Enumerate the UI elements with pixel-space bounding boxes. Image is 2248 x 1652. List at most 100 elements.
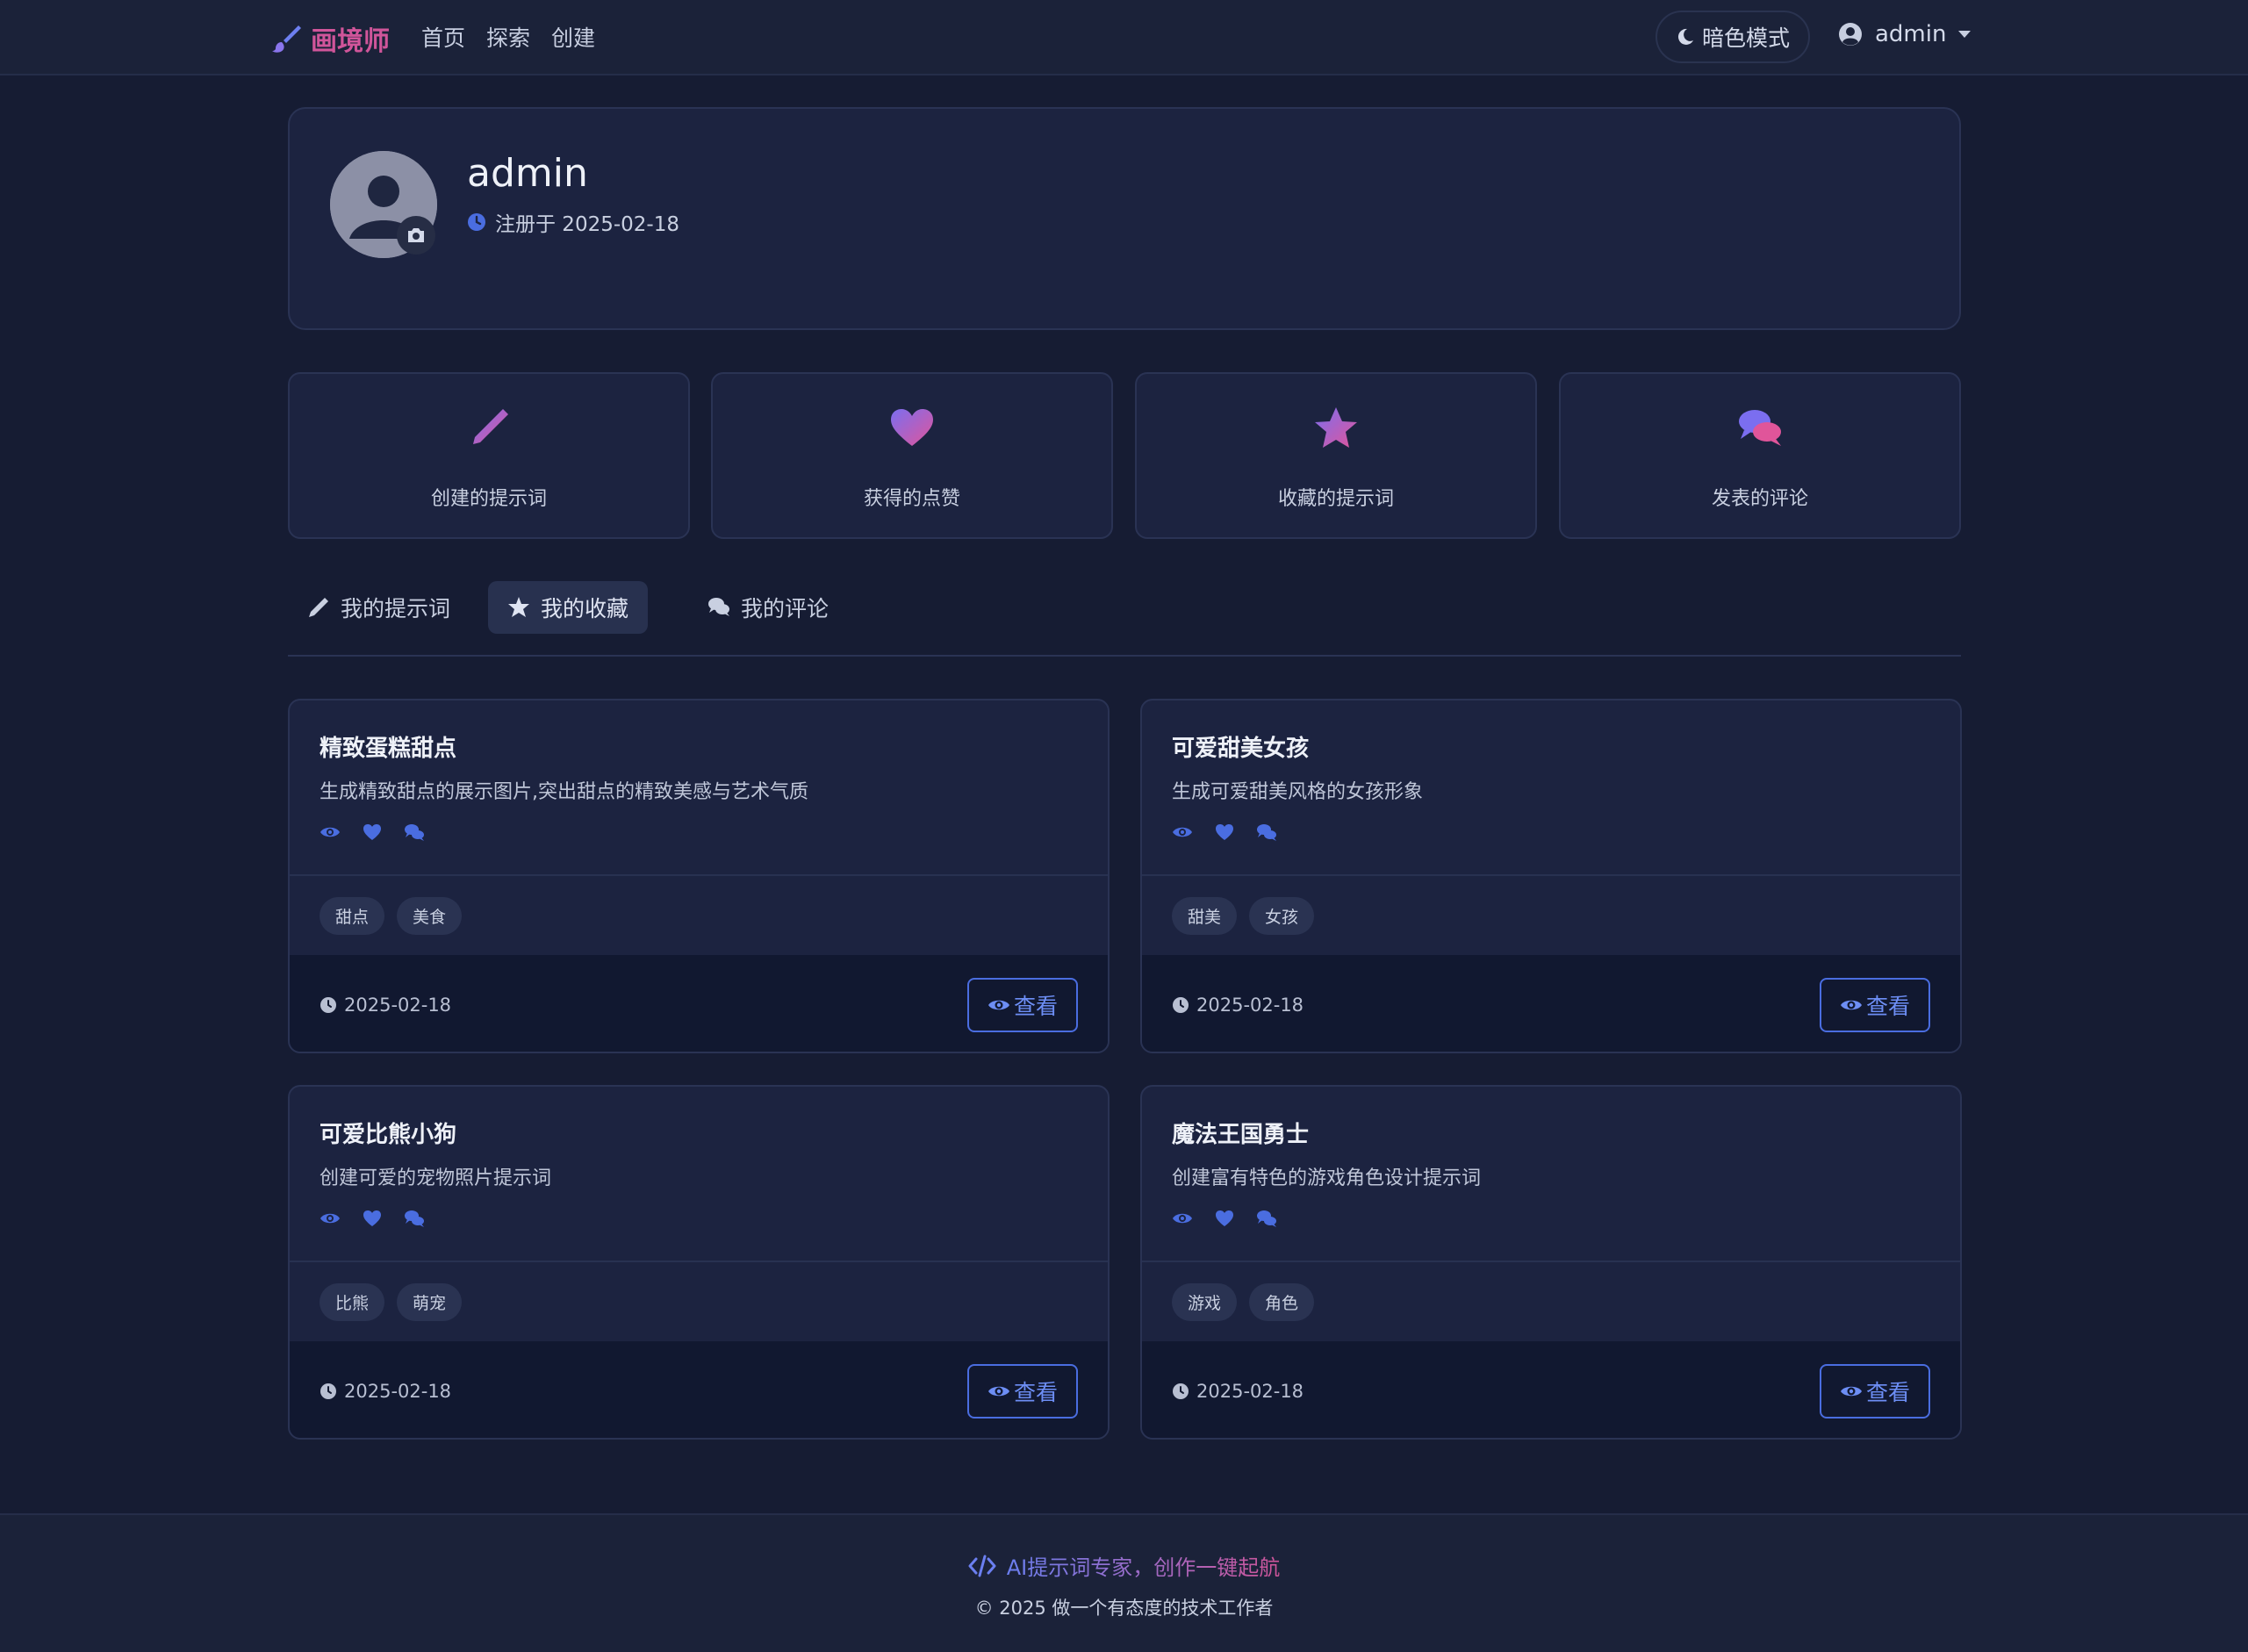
profile-card: admin 注册于 2025-02-18	[288, 107, 1961, 330]
comments-icon	[1739, 410, 1781, 446]
clock-icon	[320, 997, 336, 1013]
comments-icon	[1257, 1210, 1276, 1227]
prompt-date-text: 2025-02-18	[1196, 1381, 1304, 1402]
prompt-title[interactable]: 精致蛋糕甜点	[320, 730, 456, 763]
eye-icon	[1173, 1213, 1192, 1224]
tab-my-prompts[interactable]: 我的提示词	[288, 581, 470, 634]
prompt-description: 生成精致甜点的展示图片,突出甜点的精致美感与艺术气质	[320, 781, 808, 803]
pencil-icon	[473, 409, 508, 444]
prompt-tags: 游戏 角色	[1142, 1261, 1960, 1341]
user-menu-dropdown[interactable]: admin	[1838, 21, 1971, 47]
stat-label: 获得的点赞	[863, 488, 960, 510]
pencil-icon	[309, 598, 328, 617]
tab-label: 我的提示词	[341, 596, 451, 621]
prompt-title[interactable]: 魔法王国勇士	[1172, 1117, 1309, 1149]
star-icon	[508, 597, 529, 617]
nav-link-explore[interactable]: 探索	[486, 21, 530, 53]
view-button-label: 查看	[1013, 1380, 1058, 1405]
prompt-card: 精致蛋糕甜点 生成精致甜点的展示图片,突出甜点的精致美感与艺术气质 甜点 美食 …	[288, 699, 1110, 1053]
prompt-metrics	[320, 822, 425, 843]
footer-tagline-text: AI提示词专家，创作一键起航	[1007, 1550, 1281, 1581]
prompt-date: 2025-02-18	[320, 1381, 451, 1402]
change-avatar-button[interactable]	[397, 216, 435, 255]
user-menu-name: admin	[1875, 21, 1947, 47]
clock-icon	[1173, 1383, 1189, 1399]
registration-date: 注册于 2025-02-18	[467, 207, 679, 237]
prompt-metrics	[320, 1208, 425, 1229]
clock-icon	[468, 213, 485, 231]
tag-badge[interactable]: 女孩	[1249, 896, 1315, 935]
stat-comments-posted[interactable]: 发表的评论	[1559, 372, 1961, 539]
theme-toggle-button[interactable]: 暗色模式	[1655, 11, 1810, 63]
prompt-date-text: 2025-02-18	[344, 995, 452, 1016]
prompt-tags: 甜美 女孩	[1142, 874, 1960, 955]
stat-likes-received[interactable]: 获得的点赞	[711, 372, 1113, 539]
tag-badge[interactable]: 甜美	[1172, 896, 1238, 935]
prompt-description: 创建可爱的宠物照片提示词	[320, 1167, 552, 1189]
stat-favorited-prompts[interactable]: 收藏的提示词	[1135, 372, 1537, 539]
heart-icon	[1216, 824, 1233, 840]
prompt-title[interactable]: 可爱比熊小狗	[320, 1117, 456, 1149]
prompt-tags: 比熊 萌宠	[290, 1261, 1108, 1341]
view-button[interactable]: 查看	[967, 1364, 1078, 1419]
prompt-date: 2025-02-18	[1172, 995, 1304, 1016]
clock-icon	[320, 1383, 336, 1399]
prompt-card-footer: 2025-02-18 查看	[1142, 955, 1960, 1052]
tag-badge[interactable]: 甜点	[320, 896, 385, 935]
prompt-tags: 甜点 美食	[290, 874, 1108, 955]
page-footer: AI提示词专家，创作一键起航 © 2025 做一个有态度的技术工作者	[0, 1513, 2248, 1652]
eye-icon	[1840, 1000, 1862, 1010]
view-button-label: 查看	[1865, 994, 1910, 1019]
comments-icon	[708, 598, 729, 616]
prompt-date: 2025-02-18	[320, 995, 451, 1016]
prompt-card: 魔法王国勇士 创建富有特色的游戏角色设计提示词 游戏 角色 2025-02-18…	[1140, 1085, 1962, 1440]
stat-label: 发表的评论	[1711, 488, 1808, 510]
top-navbar: 画境师 首页 探索 创建 暗色模式 admin	[0, 0, 2248, 75]
prompt-card-footer: 2025-02-18 查看	[290, 955, 1108, 1052]
prompt-description: 创建富有特色的游戏角色设计提示词	[1172, 1167, 1482, 1189]
view-button[interactable]: 查看	[967, 978, 1078, 1032]
view-button[interactable]: 查看	[1820, 978, 1930, 1032]
heart-icon	[891, 409, 933, 446]
comments-icon	[405, 1210, 424, 1227]
prompt-metrics	[1172, 1208, 1277, 1229]
camera-icon	[408, 228, 424, 242]
tag-badge[interactable]: 萌宠	[397, 1282, 463, 1321]
footer-copyright: © 2025 做一个有态度的技术工作者	[974, 1598, 1274, 1619]
view-button-label: 查看	[1013, 994, 1058, 1019]
paintbrush-icon	[272, 25, 301, 53]
tab-label: 我的评论	[741, 596, 830, 621]
moon-icon	[1677, 28, 1693, 45]
user-circle-icon	[1839, 23, 1862, 46]
prompt-description: 生成可爱甜美风格的女孩形象	[1172, 781, 1424, 803]
tag-badge[interactable]: 美食	[397, 896, 463, 935]
prompt-metrics	[1172, 822, 1277, 843]
view-button-label: 查看	[1865, 1380, 1910, 1405]
heart-icon	[1216, 1210, 1233, 1226]
profile-username: admin	[467, 151, 588, 196]
brand-name: 画境师	[311, 26, 390, 57]
nav-link-create[interactable]: 创建	[551, 21, 595, 53]
eye-icon	[988, 1386, 1009, 1397]
clock-icon	[1173, 997, 1189, 1013]
tab-my-favorites[interactable]: 我的收藏	[488, 581, 649, 634]
code-icon	[968, 1555, 996, 1577]
heart-icon	[363, 1210, 381, 1226]
eye-icon	[1840, 1386, 1862, 1397]
prompt-title[interactable]: 可爱甜美女孩	[1172, 730, 1309, 763]
tag-badge[interactable]: 游戏	[1172, 1282, 1238, 1321]
prompt-card: 可爱甜美女孩 生成可爱甜美风格的女孩形象 甜美 女孩 2025-02-18 查看	[1140, 699, 1962, 1053]
eye-icon	[1173, 827, 1192, 837]
tab-my-comments[interactable]: 我的评论	[688, 581, 848, 634]
comments-icon	[405, 824, 424, 841]
view-button[interactable]: 查看	[1820, 1364, 1930, 1419]
tab-label: 我的收藏	[541, 596, 629, 621]
tag-badge[interactable]: 比熊	[320, 1282, 385, 1321]
tag-badge[interactable]: 角色	[1249, 1282, 1315, 1321]
brand-logo[interactable]: 画境师	[270, 19, 390, 58]
comments-icon	[1257, 824, 1276, 841]
nav-link-home[interactable]: 首页	[421, 21, 465, 53]
prompt-card-footer: 2025-02-18 查看	[290, 1341, 1108, 1438]
star-icon	[1315, 407, 1357, 448]
stat-created-prompts[interactable]: 创建的提示词	[288, 372, 690, 539]
